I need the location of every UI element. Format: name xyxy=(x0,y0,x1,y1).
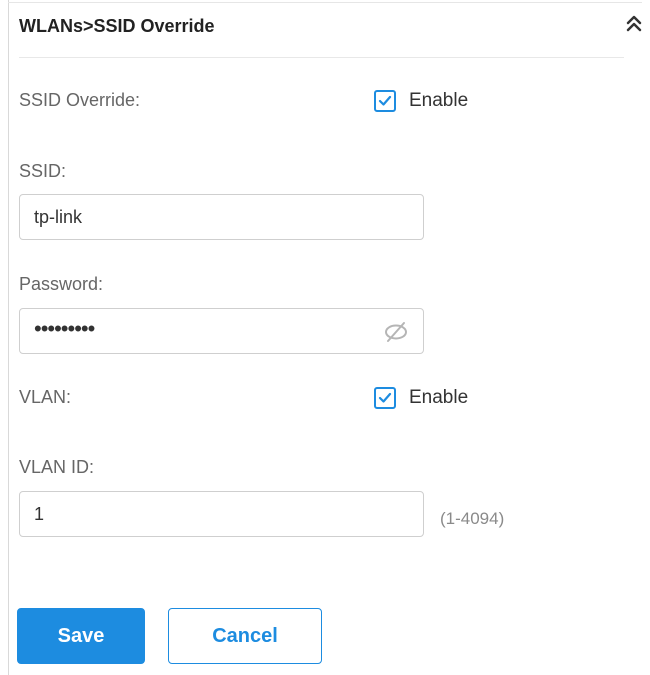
panel-top-border xyxy=(8,2,642,3)
password-label: Password: xyxy=(19,274,104,294)
ssid-input-value[interactable]: tp-link xyxy=(34,206,82,228)
panel-left-border xyxy=(8,0,9,675)
ssid-input[interactable]: tp-link xyxy=(19,194,424,240)
ssid-override-enable-label[interactable]: Enable xyxy=(409,89,468,113)
cancel-button[interactable]: Cancel xyxy=(168,608,322,664)
checkmark-icon xyxy=(378,392,392,403)
vlan-label: VLAN: xyxy=(19,387,72,407)
vlan-id-input-value[interactable]: 1 xyxy=(34,503,44,525)
checkmark-icon xyxy=(378,95,392,106)
save-button[interactable]: Save xyxy=(17,608,145,664)
double-chevron-up-icon[interactable] xyxy=(625,12,643,36)
ssid-override-label: SSID Override: xyxy=(19,90,141,110)
password-input-value[interactable]: ••••••••• xyxy=(34,317,95,341)
ssid-label: SSID: xyxy=(19,161,67,181)
checkbox-box[interactable] xyxy=(374,387,396,409)
vlan-id-range-hint: (1-4094) xyxy=(440,509,505,528)
vlan-id-input[interactable]: 1 xyxy=(19,491,424,537)
vlan-id-label: VLAN ID: xyxy=(19,457,95,477)
vlan-enable-checkbox[interactable]: Enable xyxy=(374,387,484,415)
panel-header: WLANs>SSID Override xyxy=(19,14,642,44)
ssid-override-enable-checkbox[interactable]: Enable xyxy=(374,90,484,118)
checkbox-box[interactable] xyxy=(374,90,396,112)
ssid-override-panel: WLANs>SSID Override SSID Override: Enabl… xyxy=(0,0,650,675)
header-divider xyxy=(19,57,624,58)
panel-title: WLANs>SSID Override xyxy=(19,16,215,36)
password-input[interactable]: ••••••••• xyxy=(19,308,424,354)
vlan-enable-label[interactable]: Enable xyxy=(409,386,468,410)
eye-slash-icon[interactable] xyxy=(383,321,409,343)
